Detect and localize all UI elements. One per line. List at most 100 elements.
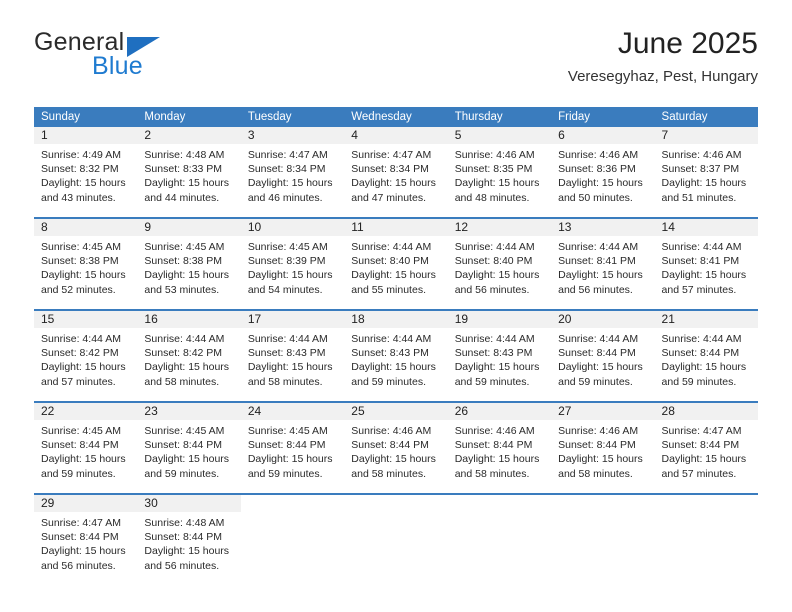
sunrise-text: Sunrise: 4:46 AM xyxy=(454,149,535,161)
location-subtitle: Veresegyhaz, Pest, Hungary xyxy=(567,68,758,85)
sunset-text: Sunset: 8:43 PM xyxy=(351,347,429,360)
weekday-header-thursday: Thursday xyxy=(454,111,503,123)
day-info: Sunrise: 4:44 AM Sunset: 8:43 PM Daylight:… xyxy=(344,328,447,389)
day-number: 5 xyxy=(447,127,552,144)
calendar-day-cell[interactable]: 23 Sunrise: 4:45 AM Sunset: 8:44 PM Dayligh… xyxy=(137,403,241,491)
daylight-text: Daylight: 15 hours and 50 minutes. xyxy=(558,177,643,204)
sunrise-text: Sunrise: 4:47 AM xyxy=(247,149,328,161)
daylight-text: Daylight: 15 hours and 44 minutes. xyxy=(144,177,230,204)
sunrise-text: Sunrise: 4:45 AM xyxy=(144,241,225,253)
calendar-day-cell[interactable]: 3 Sunrise: 4:47 AM Sunset: 8:34 PM Daylight… xyxy=(240,127,345,215)
day-info: Sunrise: 4:46 AM Sunset: 8:36 PM Daylight:… xyxy=(551,144,654,205)
calendar-day-cell[interactable]: 21 Sunrise: 4:44 AM Sunset: 8:44 PM Dayligh… xyxy=(654,311,758,399)
calendar-day-cell[interactable]: 27 Sunrise: 4:46 AM Sunset: 8:44 PM Dayligh… xyxy=(551,403,655,491)
sunset-text: Sunset: 8:44 PM xyxy=(661,347,740,360)
day-info: Sunrise: 4:48 AM Sunset: 8:33 PM Daylight:… xyxy=(137,144,240,205)
day-number: 29 xyxy=(34,495,138,512)
page-header: General Blue June 2025 Veresegyhaz, Pest… xyxy=(34,27,758,90)
weekday-header-saturday: Saturday xyxy=(661,111,708,123)
day-number: 19 xyxy=(447,311,552,328)
day-number: 11 xyxy=(344,219,448,236)
daylight-text: Daylight: 15 hours and 57 minutes. xyxy=(661,269,747,296)
sunrise-text: Sunrise: 4:46 AM xyxy=(351,425,432,437)
day-number xyxy=(241,495,344,512)
calendar-day-cell[interactable]: 20 Sunrise: 4:44 AM Sunset: 8:44 PM Dayligh… xyxy=(551,311,655,399)
sunrise-text: Sunrise: 4:47 AM xyxy=(661,425,742,437)
sunset-text: Sunset: 8:40 PM xyxy=(351,255,429,268)
sunset-text: Sunset: 8:38 PM xyxy=(41,255,119,268)
calendar-day-cell[interactable]: 13 Sunrise: 4:44 AM Sunset: 8:41 PM Dayligh… xyxy=(551,219,655,307)
sunrise-text: Sunrise: 4:44 AM xyxy=(558,333,639,345)
day-info: Sunrise: 4:44 AM Sunset: 8:43 PM Daylight:… xyxy=(241,328,344,389)
sunrise-text: Sunrise: 4:44 AM xyxy=(661,241,742,253)
day-number: 23 xyxy=(137,403,241,420)
daylight-text: Daylight: 15 hours and 58 minutes. xyxy=(454,453,540,480)
calendar-day-cell[interactable]: 17 Sunrise: 4:44 AM Sunset: 8:43 PM Dayligh… xyxy=(240,311,345,399)
daylight-text: Daylight: 15 hours and 58 minutes. xyxy=(558,453,643,480)
calendar-day-cell[interactable]: 24 Sunrise: 4:45 AM Sunset: 8:44 PM Dayligh… xyxy=(240,403,345,491)
calendar-day-cell[interactable]: 4 Sunrise: 4:47 AM Sunset: 8:34 PM Daylight… xyxy=(344,127,448,215)
calendar-day-cell[interactable]: 1 Sunrise: 4:49 AM Sunset: 8:32 PM Daylight… xyxy=(34,127,138,215)
day-number: 6 xyxy=(551,127,655,144)
sunrise-text: Sunrise: 4:44 AM xyxy=(351,333,432,345)
day-info: Sunrise: 4:44 AM Sunset: 8:44 PM Daylight:… xyxy=(655,328,758,389)
day-number: 22 xyxy=(34,403,138,420)
sunrise-text: Sunrise: 4:48 AM xyxy=(144,517,225,529)
calendar-day-cell[interactable]: 2 Sunrise: 4:48 AM Sunset: 8:33 PM Daylight… xyxy=(137,127,241,215)
daylight-text: Daylight: 15 hours and 53 minutes. xyxy=(144,269,230,296)
day-info: Sunrise: 4:44 AM Sunset: 8:44 PM Daylight:… xyxy=(551,328,654,389)
calendar-day-cell-empty xyxy=(344,495,447,583)
calendar-day-cell[interactable]: 5 Sunrise: 4:46 AM Sunset: 8:35 PM Daylight… xyxy=(447,127,552,215)
sunrise-text: Sunrise: 4:47 AM xyxy=(41,517,121,529)
calendar-day-cell[interactable]: 11 Sunrise: 4:44 AM Sunset: 8:40 PM Dayligh… xyxy=(344,219,448,307)
calendar-day-cell[interactable]: 10 Sunrise: 4:45 AM Sunset: 8:39 PM Dayligh… xyxy=(240,219,345,307)
day-number: 14 xyxy=(654,219,758,236)
calendar-day-cell[interactable]: 14 Sunrise: 4:44 AM Sunset: 8:41 PM Dayligh… xyxy=(654,219,758,307)
calendar-day-cell[interactable]: 28 Sunrise: 4:47 AM Sunset: 8:44 PM Dayligh… xyxy=(654,403,758,491)
sunset-text: Sunset: 8:44 PM xyxy=(41,439,119,452)
day-info: Sunrise: 4:49 AM Sunset: 8:32 PM Daylight:… xyxy=(34,144,137,205)
daylight-text: Daylight: 15 hours and 59 minutes. xyxy=(41,453,126,480)
calendar-day-cell[interactable]: 16 Sunrise: 4:44 AM Sunset: 8:42 PM Dayligh… xyxy=(137,311,241,399)
calendar-day-cell[interactable]: 25 Sunrise: 4:46 AM Sunset: 8:44 PM Dayligh… xyxy=(344,403,448,491)
calendar-day-cell[interactable]: 15 Sunrise: 4:44 AM Sunset: 8:42 PM Dayligh… xyxy=(34,311,138,399)
calendar-day-cell[interactable]: 30 Sunrise: 4:48 AM Sunset: 8:44 PM Dayligh… xyxy=(137,495,241,583)
daylight-text: Daylight: 15 hours and 56 minutes. xyxy=(454,269,540,296)
sunset-text: Sunset: 8:34 PM xyxy=(351,163,429,176)
calendar-day-cell[interactable]: 19 Sunrise: 4:44 AM Sunset: 8:43 PM Dayligh… xyxy=(447,311,552,399)
day-number: 17 xyxy=(240,311,345,328)
calendar-day-cell[interactable]: 26 Sunrise: 4:46 AM Sunset: 8:44 PM Dayligh… xyxy=(447,403,552,491)
weekday-header-row: Sunday Monday Tuesday Wednesday Thursday Frid… xyxy=(34,107,758,127)
sunset-text: Sunset: 8:44 PM xyxy=(454,439,533,452)
calendar-week-row: 29 Sunrise: 4:47 AM Sunset: 8:44 PM Dayligh… xyxy=(34,493,758,583)
day-info: Sunrise: 4:44 AM Sunset: 8:40 PM Daylight:… xyxy=(344,236,447,297)
sunset-text: Sunset: 8:38 PM xyxy=(144,255,223,268)
calendar-day-cell[interactable]: 29 Sunrise: 4:47 AM Sunset: 8:44 PM Dayligh… xyxy=(34,495,138,583)
sunset-text: Sunset: 8:33 PM xyxy=(144,163,223,176)
calendar-day-cell[interactable]: 12 Sunrise: 4:44 AM Sunset: 8:40 PM Dayligh… xyxy=(447,219,552,307)
calendar-grid: Sunday Monday Tuesday Wednesday Thursday Frid… xyxy=(34,107,758,583)
calendar-day-cell-empty xyxy=(551,495,654,583)
sunset-text: Sunset: 8:41 PM xyxy=(558,255,636,268)
sunset-text: Sunset: 8:41 PM xyxy=(661,255,740,268)
calendar-day-cell[interactable]: 8 Sunrise: 4:45 AM Sunset: 8:38 PM Daylight… xyxy=(34,219,138,307)
general-blue-logo[interactable]: General Blue xyxy=(34,28,224,84)
sunrise-text: Sunrise: 4:45 AM xyxy=(41,425,121,437)
calendar-day-cell[interactable]: 6 Sunrise: 4:46 AM Sunset: 8:36 PM Daylight… xyxy=(551,127,655,215)
daylight-text: Daylight: 15 hours and 58 minutes. xyxy=(351,453,436,480)
sunrise-text: Sunrise: 4:44 AM xyxy=(351,241,432,253)
day-number: 1 xyxy=(34,127,138,144)
day-info: Sunrise: 4:47 AM Sunset: 8:44 PM Daylight:… xyxy=(34,512,137,573)
calendar-day-cell[interactable]: 7 Sunrise: 4:46 AM Sunset: 8:37 PM Daylight… xyxy=(654,127,758,215)
calendar-day-cell[interactable]: 9 Sunrise: 4:45 AM Sunset: 8:38 PM Daylight… xyxy=(137,219,241,307)
logo-text-blue: Blue xyxy=(92,52,143,80)
sunset-text: Sunset: 8:44 PM xyxy=(247,439,326,452)
day-info: Sunrise: 4:44 AM Sunset: 8:41 PM Daylight:… xyxy=(655,236,758,297)
day-number: 4 xyxy=(344,127,448,144)
daylight-text: Daylight: 15 hours and 59 minutes. xyxy=(144,453,230,480)
calendar-day-cell[interactable]: 22 Sunrise: 4:45 AM Sunset: 8:44 PM Dayligh… xyxy=(34,403,138,491)
daylight-text: Daylight: 15 hours and 56 minutes. xyxy=(144,545,230,572)
day-info: Sunrise: 4:46 AM Sunset: 8:44 PM Daylight:… xyxy=(448,420,551,481)
calendar-day-cell[interactable]: 18 Sunrise: 4:44 AM Sunset: 8:43 PM Dayligh… xyxy=(344,311,448,399)
day-number: 9 xyxy=(137,219,241,236)
